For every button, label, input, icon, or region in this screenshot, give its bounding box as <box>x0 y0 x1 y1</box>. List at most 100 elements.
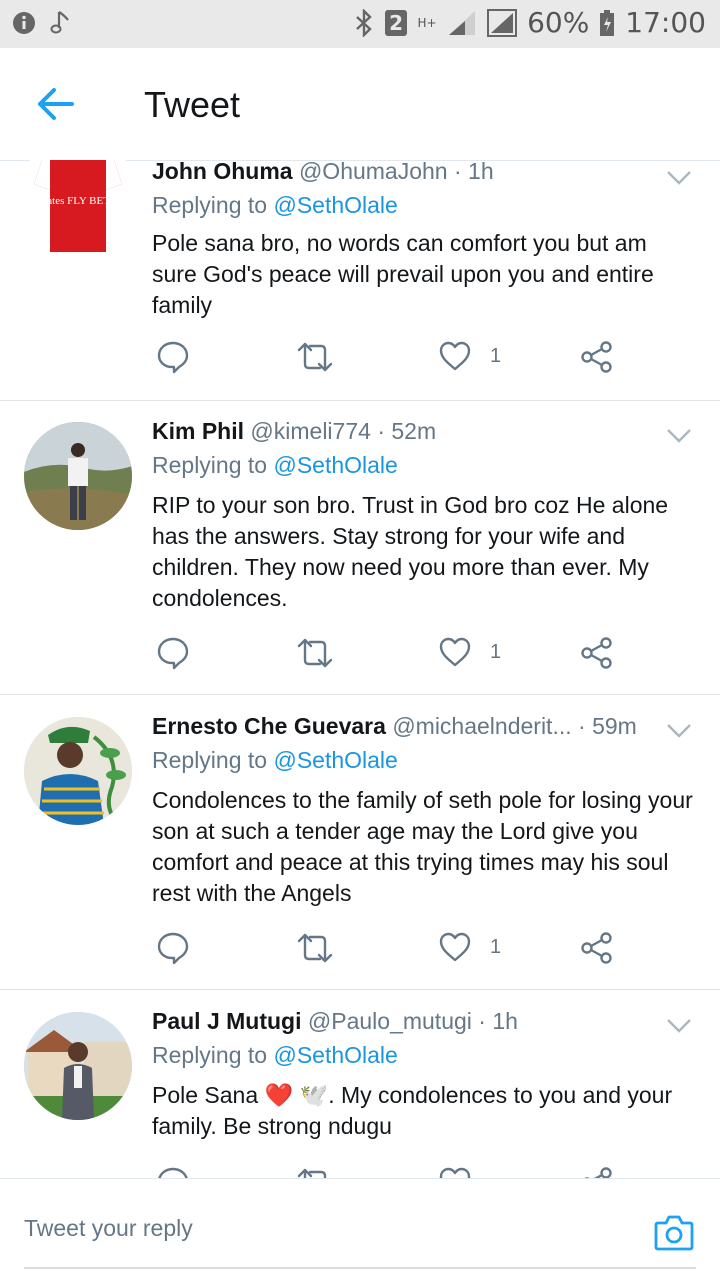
author-name[interactable]: John Ohuma <box>152 160 293 184</box>
share-icon <box>581 932 612 964</box>
tweet-item[interactable]: Kim Phil @kimeli774 · 52m Replying to @S… <box>0 400 720 695</box>
heart-icon <box>439 1167 471 1178</box>
network-type-icon: H+ <box>417 15 437 30</box>
retweet-button[interactable] <box>296 340 334 374</box>
author-name[interactable]: Ernesto Che Guevara <box>152 713 386 739</box>
replying-label: Replying to <box>152 192 268 218</box>
chevron-down-icon[interactable] <box>666 1018 692 1034</box>
tweet-time: · 1h <box>478 1008 518 1034</box>
tweet-time: · 52m <box>377 418 437 444</box>
like-count: 1 <box>490 935 502 958</box>
reply-feed: Emirates FLY BETTER John Ohuma @OhumaJoh… <box>0 160 720 1178</box>
heart-icon <box>439 932 471 962</box>
tweet-text: Condolences to the family of seth pole f… <box>152 787 693 906</box>
replying-to: Replying to @SethOlale <box>152 192 398 219</box>
share-button[interactable] <box>580 931 614 965</box>
like-button[interactable] <box>438 1166 490 1178</box>
author-name[interactable]: Paul J Mutugi <box>152 1008 302 1034</box>
tweet-time: · 1h <box>454 160 494 184</box>
tweet-item[interactable]: Paul J Mutugi @Paulo_mutugi · 1h Replyin… <box>0 990 720 1178</box>
share-button[interactable] <box>580 340 614 374</box>
author-handle[interactable]: @OhumaJohn <box>299 160 448 184</box>
replying-to-handle[interactable]: @SethOlale <box>273 747 397 773</box>
retweet-icon <box>297 1168 327 1178</box>
share-button[interactable] <box>580 636 614 670</box>
replying-label: Replying to <box>152 747 268 773</box>
reply-button[interactable] <box>156 340 190 374</box>
signal-2-icon <box>487 8 518 37</box>
author-handle[interactable]: @kimeli774 <box>250 418 371 444</box>
tweet-actions: 1 <box>156 931 626 967</box>
author-handle[interactable]: @Paulo_mutugi <box>308 1008 472 1034</box>
retweet-button[interactable] <box>296 1166 334 1178</box>
like-button[interactable]: 1 <box>438 931 501 963</box>
avatar[interactable]: Emirates FLY BETTER <box>30 160 126 252</box>
reply-bubble-icon <box>158 1167 188 1178</box>
reply-bubble-icon <box>157 932 189 965</box>
like-count: 1 <box>490 640 502 663</box>
tweet-text: Pole sana bro, no words can comfort you … <box>152 230 654 318</box>
tweet-actions: 1 <box>156 636 626 672</box>
sim-icon: 2 <box>385 9 408 36</box>
share-icon <box>581 637 612 669</box>
bluetooth-icon <box>353 8 375 37</box>
replying-to-handle[interactable]: @SethOlale <box>273 1042 397 1068</box>
avatar[interactable] <box>24 1012 132 1120</box>
tweet-text: RIP to your son bro. Trust in God bro co… <box>152 492 669 611</box>
input-underline <box>24 1267 696 1269</box>
like-button[interactable]: 1 <box>438 636 501 668</box>
reply-composer: Tweet your reply <box>0 1178 720 1281</box>
info-notification-icon <box>12 11 36 35</box>
camera-button[interactable] <box>654 1213 694 1251</box>
clock: 17:00 <box>625 6 706 39</box>
replying-to-handle[interactable]: @SethOlale <box>273 192 397 218</box>
replying-to: Replying to @SethOlale <box>152 1042 398 1069</box>
arrow-left-icon <box>38 88 74 120</box>
replying-to: Replying to @SethOlale <box>152 452 398 479</box>
music-note-icon <box>50 10 72 36</box>
reply-button[interactable] <box>156 636 190 670</box>
avatar[interactable] <box>24 422 132 530</box>
reply-bubble-icon <box>157 341 189 374</box>
retweet-icon <box>297 342 333 372</box>
reply-button[interactable] <box>156 1166 190 1178</box>
tweet-time: · 59m <box>578 713 637 739</box>
tweet-item[interactable]: Emirates FLY BETTER John Ohuma @OhumaJoh… <box>0 160 720 401</box>
tweet-text: Pole Sana ❤️ 🕊️. My condolences to you a… <box>152 1082 673 1139</box>
replying-to-handle[interactable]: @SethOlale <box>273 452 397 478</box>
avatar[interactable] <box>24 717 132 825</box>
status-bar: 2 H+ 60% 17:00 <box>0 0 720 48</box>
tweet-header: Kim Phil @kimeli774 · 52m <box>152 418 650 445</box>
chevron-down-icon[interactable] <box>666 723 692 739</box>
battery-icon <box>599 9 615 37</box>
like-count: 1 <box>490 344 502 367</box>
avatar-logo-text: Emirates FLY BETTER <box>30 195 126 207</box>
back-button[interactable] <box>34 86 78 122</box>
chevron-down-icon[interactable] <box>666 428 692 444</box>
retweet-button[interactable] <box>296 931 334 965</box>
tweet-item[interactable]: Ernesto Che Guevara @michaelnderit... · … <box>0 695 720 990</box>
page-title: Tweet <box>144 84 241 125</box>
retweet-icon <box>297 638 333 668</box>
tweet-header: John Ohuma @OhumaJohn · 1h <box>152 160 650 185</box>
share-button[interactable] <box>580 1166 614 1178</box>
like-button[interactable]: 1 <box>438 340 501 372</box>
heart-icon <box>439 637 471 667</box>
author-name[interactable]: Kim Phil <box>152 418 244 444</box>
tweet-header: Paul J Mutugi @Paulo_mutugi · 1h <box>152 1008 650 1035</box>
reply-button[interactable] <box>156 931 190 965</box>
replying-to: Replying to @SethOlale <box>152 747 398 774</box>
signal-icon <box>447 9 477 37</box>
reply-bubble-icon <box>157 637 189 670</box>
battery-percent: 60% <box>527 6 590 39</box>
author-handle[interactable]: @michaelnderit... <box>392 713 571 739</box>
share-icon <box>581 341 612 373</box>
replying-label: Replying to <box>152 1042 268 1068</box>
retweet-button[interactable] <box>296 636 334 670</box>
tweet-actions: 1 <box>156 340 626 376</box>
chevron-down-icon[interactable] <box>666 170 692 186</box>
app-bar: Tweet <box>0 48 720 161</box>
tweet-header: Ernesto Che Guevara @michaelnderit... · … <box>152 713 650 740</box>
reply-input[interactable]: Tweet your reply <box>24 1215 193 1242</box>
tweet-actions <box>156 1166 626 1178</box>
